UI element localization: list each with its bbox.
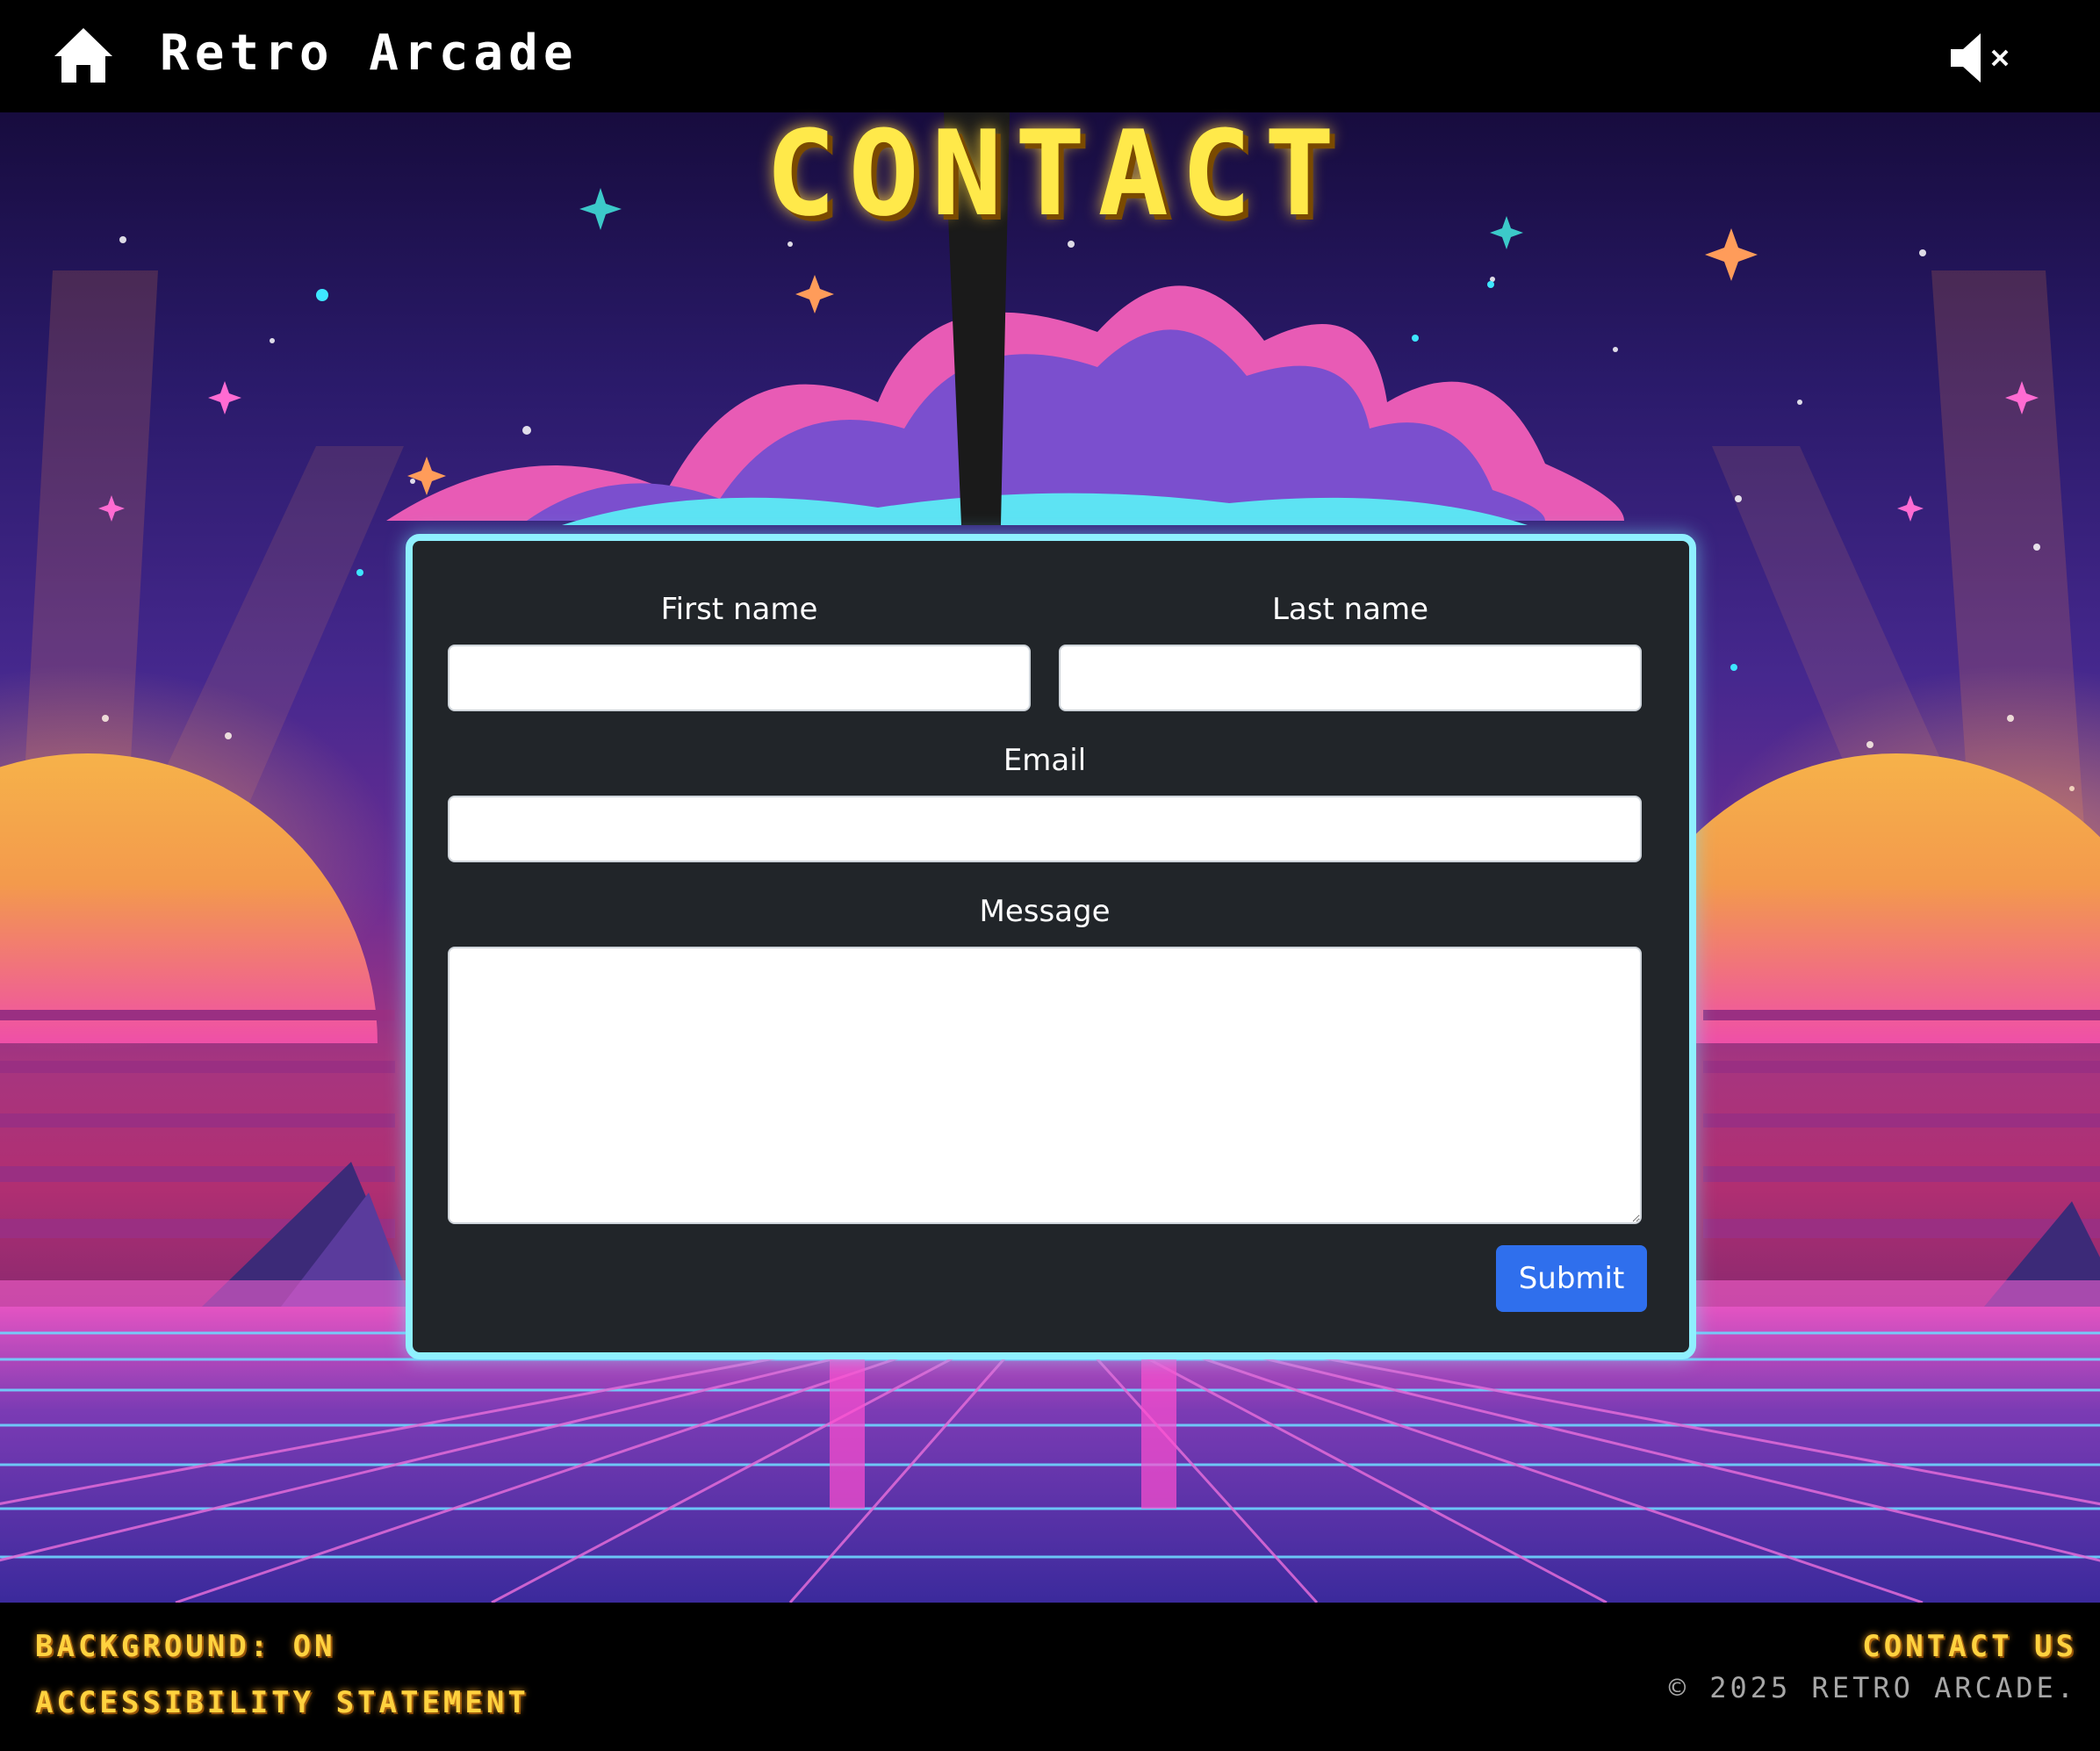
email-label: Email: [1003, 743, 1087, 778]
page-title: CONTACT: [765, 105, 1348, 242]
accessibility-statement-link[interactable]: ACCESSIBILITY STATEMENT: [35, 1685, 529, 1720]
footer: BACKGROUND: ON ACCESSIBILITY STATEMENT C…: [0, 1603, 2100, 1751]
background-toggle[interactable]: BACKGROUND: ON: [35, 1629, 336, 1664]
submit-button[interactable]: Submit: [1496, 1245, 1647, 1312]
contact-us-link[interactable]: CONTACT US: [1862, 1629, 2077, 1664]
last-name-input[interactable]: [1059, 645, 1642, 711]
speaker-muted-icon[interactable]: [1949, 30, 2016, 86]
first-name-input[interactable]: [448, 645, 1031, 711]
email-input[interactable]: [448, 796, 1642, 862]
contact-form: First name Last name Email Message Submi…: [406, 534, 1696, 1359]
home-icon[interactable]: [53, 26, 114, 84]
message-label: Message: [979, 894, 1111, 929]
top-nav-bar: Retro Arcade: [0, 0, 2100, 112]
first-name-label: First name: [660, 592, 818, 627]
copyright-text: © 2025 RETRO ARCADE.: [1668, 1671, 2077, 1704]
last-name-label: Last name: [1271, 592, 1429, 627]
site-title-link[interactable]: Retro Arcade: [160, 25, 579, 82]
message-textarea[interactable]: [448, 947, 1642, 1224]
